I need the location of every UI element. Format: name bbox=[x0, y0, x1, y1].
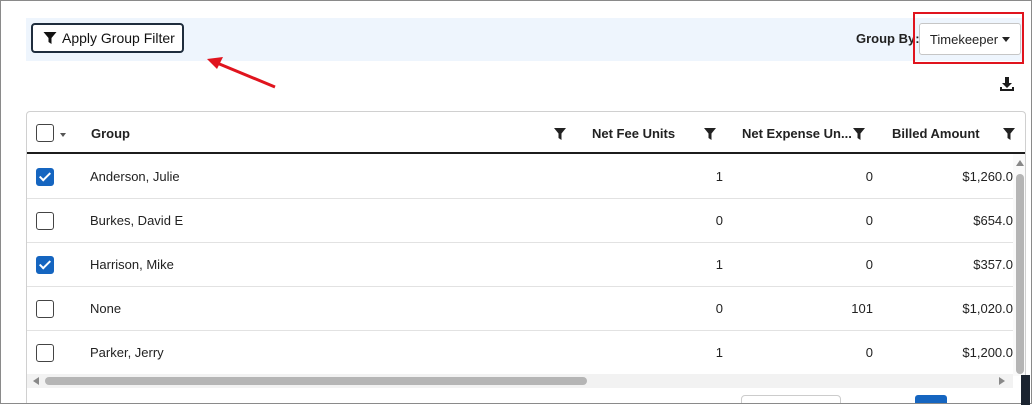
scroll-up-icon[interactable] bbox=[1016, 160, 1024, 166]
side-panel-edge bbox=[1021, 375, 1030, 405]
vertical-scrollbar[interactable] bbox=[1013, 154, 1025, 376]
column-header-group[interactable]: Group bbox=[91, 126, 130, 141]
group-by-label: Group By: bbox=[856, 31, 920, 46]
report-window: Apply Group Filter Group By: Timekeeper … bbox=[0, 0, 1032, 404]
column-header-net-fee-units[interactable]: Net Fee Units bbox=[592, 126, 675, 141]
filter-icon[interactable] bbox=[853, 128, 865, 140]
scroll-right-icon[interactable] bbox=[999, 377, 1005, 385]
table-row[interactable]: Harrison, Mike 1 0 $357.0 bbox=[27, 243, 1013, 287]
net-expense-units-cell: 101 bbox=[851, 301, 873, 316]
arrow-icon bbox=[207, 57, 276, 89]
net-fee-units-cell: 0 bbox=[715, 301, 723, 316]
table-row[interactable]: Parker, Jerry 1 0 $1,200.0 bbox=[27, 331, 1013, 375]
row-checkbox[interactable] bbox=[36, 344, 54, 362]
net-fee-units-cell: 0 bbox=[715, 213, 723, 228]
group-grid: Group Net Fee Units Net Expense Un... Bi… bbox=[26, 111, 1026, 403]
net-fee-units-cell: 1 bbox=[715, 345, 723, 360]
caret-down-icon bbox=[1002, 36, 1011, 42]
net-fee-units-cell: 1 bbox=[715, 169, 723, 184]
horizontal-scrollbar[interactable] bbox=[27, 374, 1013, 388]
group-cell: Anderson, Julie bbox=[90, 169, 180, 184]
table-row[interactable]: Burkes, David E 0 0 $654.0 bbox=[27, 199, 1013, 243]
table-row[interactable]: None 0 101 $1,020.0 bbox=[27, 287, 1013, 331]
group-cell: Burkes, David E bbox=[90, 213, 184, 228]
row-checkbox[interactable] bbox=[36, 168, 54, 186]
filter-icon[interactable] bbox=[554, 128, 566, 140]
billed-amount-cell: $357.0 bbox=[973, 257, 1013, 272]
group-by-value: Timekeeper bbox=[929, 31, 999, 47]
row-checkbox[interactable] bbox=[36, 212, 54, 230]
apply-group-filter-button[interactable]: Apply Group Filter bbox=[31, 23, 184, 53]
select-all-checkbox[interactable] bbox=[36, 124, 54, 142]
row-checkbox[interactable] bbox=[36, 300, 54, 318]
group-cell: Harrison, Mike bbox=[90, 257, 174, 272]
net-expense-units-cell: 0 bbox=[865, 257, 873, 272]
group-cell: None bbox=[90, 301, 122, 316]
billed-amount-cell: $1,020.0 bbox=[962, 301, 1013, 316]
column-header-billed-amount[interactable]: Billed Amount bbox=[892, 126, 980, 141]
billed-amount-cell: $1,200.0 bbox=[962, 345, 1013, 360]
group-by-dropdown[interactable]: Timekeeper bbox=[919, 23, 1021, 55]
grid-header: Group Net Fee Units Net Expense Un... Bi… bbox=[27, 112, 1025, 154]
apply-group-filter-label: Apply Group Filter bbox=[62, 30, 175, 46]
filter-icon[interactable] bbox=[1003, 128, 1015, 140]
column-header-net-expense-units[interactable]: Net Expense Un... bbox=[742, 126, 852, 141]
page-button[interactable] bbox=[915, 395, 947, 403]
scroll-left-icon[interactable] bbox=[33, 377, 39, 385]
billed-amount-cell: $1,260.0 bbox=[962, 169, 1013, 184]
select-menu-caret-icon[interactable] bbox=[60, 133, 66, 137]
net-fee-units-cell: 1 bbox=[715, 257, 723, 272]
net-expense-units-cell: 0 bbox=[865, 345, 873, 360]
group-toolbar: Apply Group Filter Group By: bbox=[26, 18, 1024, 61]
table-row[interactable]: Anderson, Julie 1 0 $1,260.0 bbox=[27, 155, 1013, 199]
net-expense-units-cell: 0 bbox=[865, 169, 873, 184]
filter-icon[interactable] bbox=[704, 128, 716, 140]
download-icon[interactable] bbox=[999, 76, 1015, 92]
vertical-scroll-thumb[interactable] bbox=[1016, 174, 1024, 374]
row-checkbox[interactable] bbox=[36, 256, 54, 274]
filter-icon bbox=[43, 32, 57, 44]
billed-amount-cell: $654.0 bbox=[973, 213, 1013, 228]
group-cell: Parker, Jerry bbox=[90, 345, 164, 360]
page-size-select[interactable] bbox=[741, 395, 841, 403]
horizontal-scroll-thumb[interactable] bbox=[45, 377, 587, 385]
net-expense-units-cell: 0 bbox=[865, 213, 873, 228]
